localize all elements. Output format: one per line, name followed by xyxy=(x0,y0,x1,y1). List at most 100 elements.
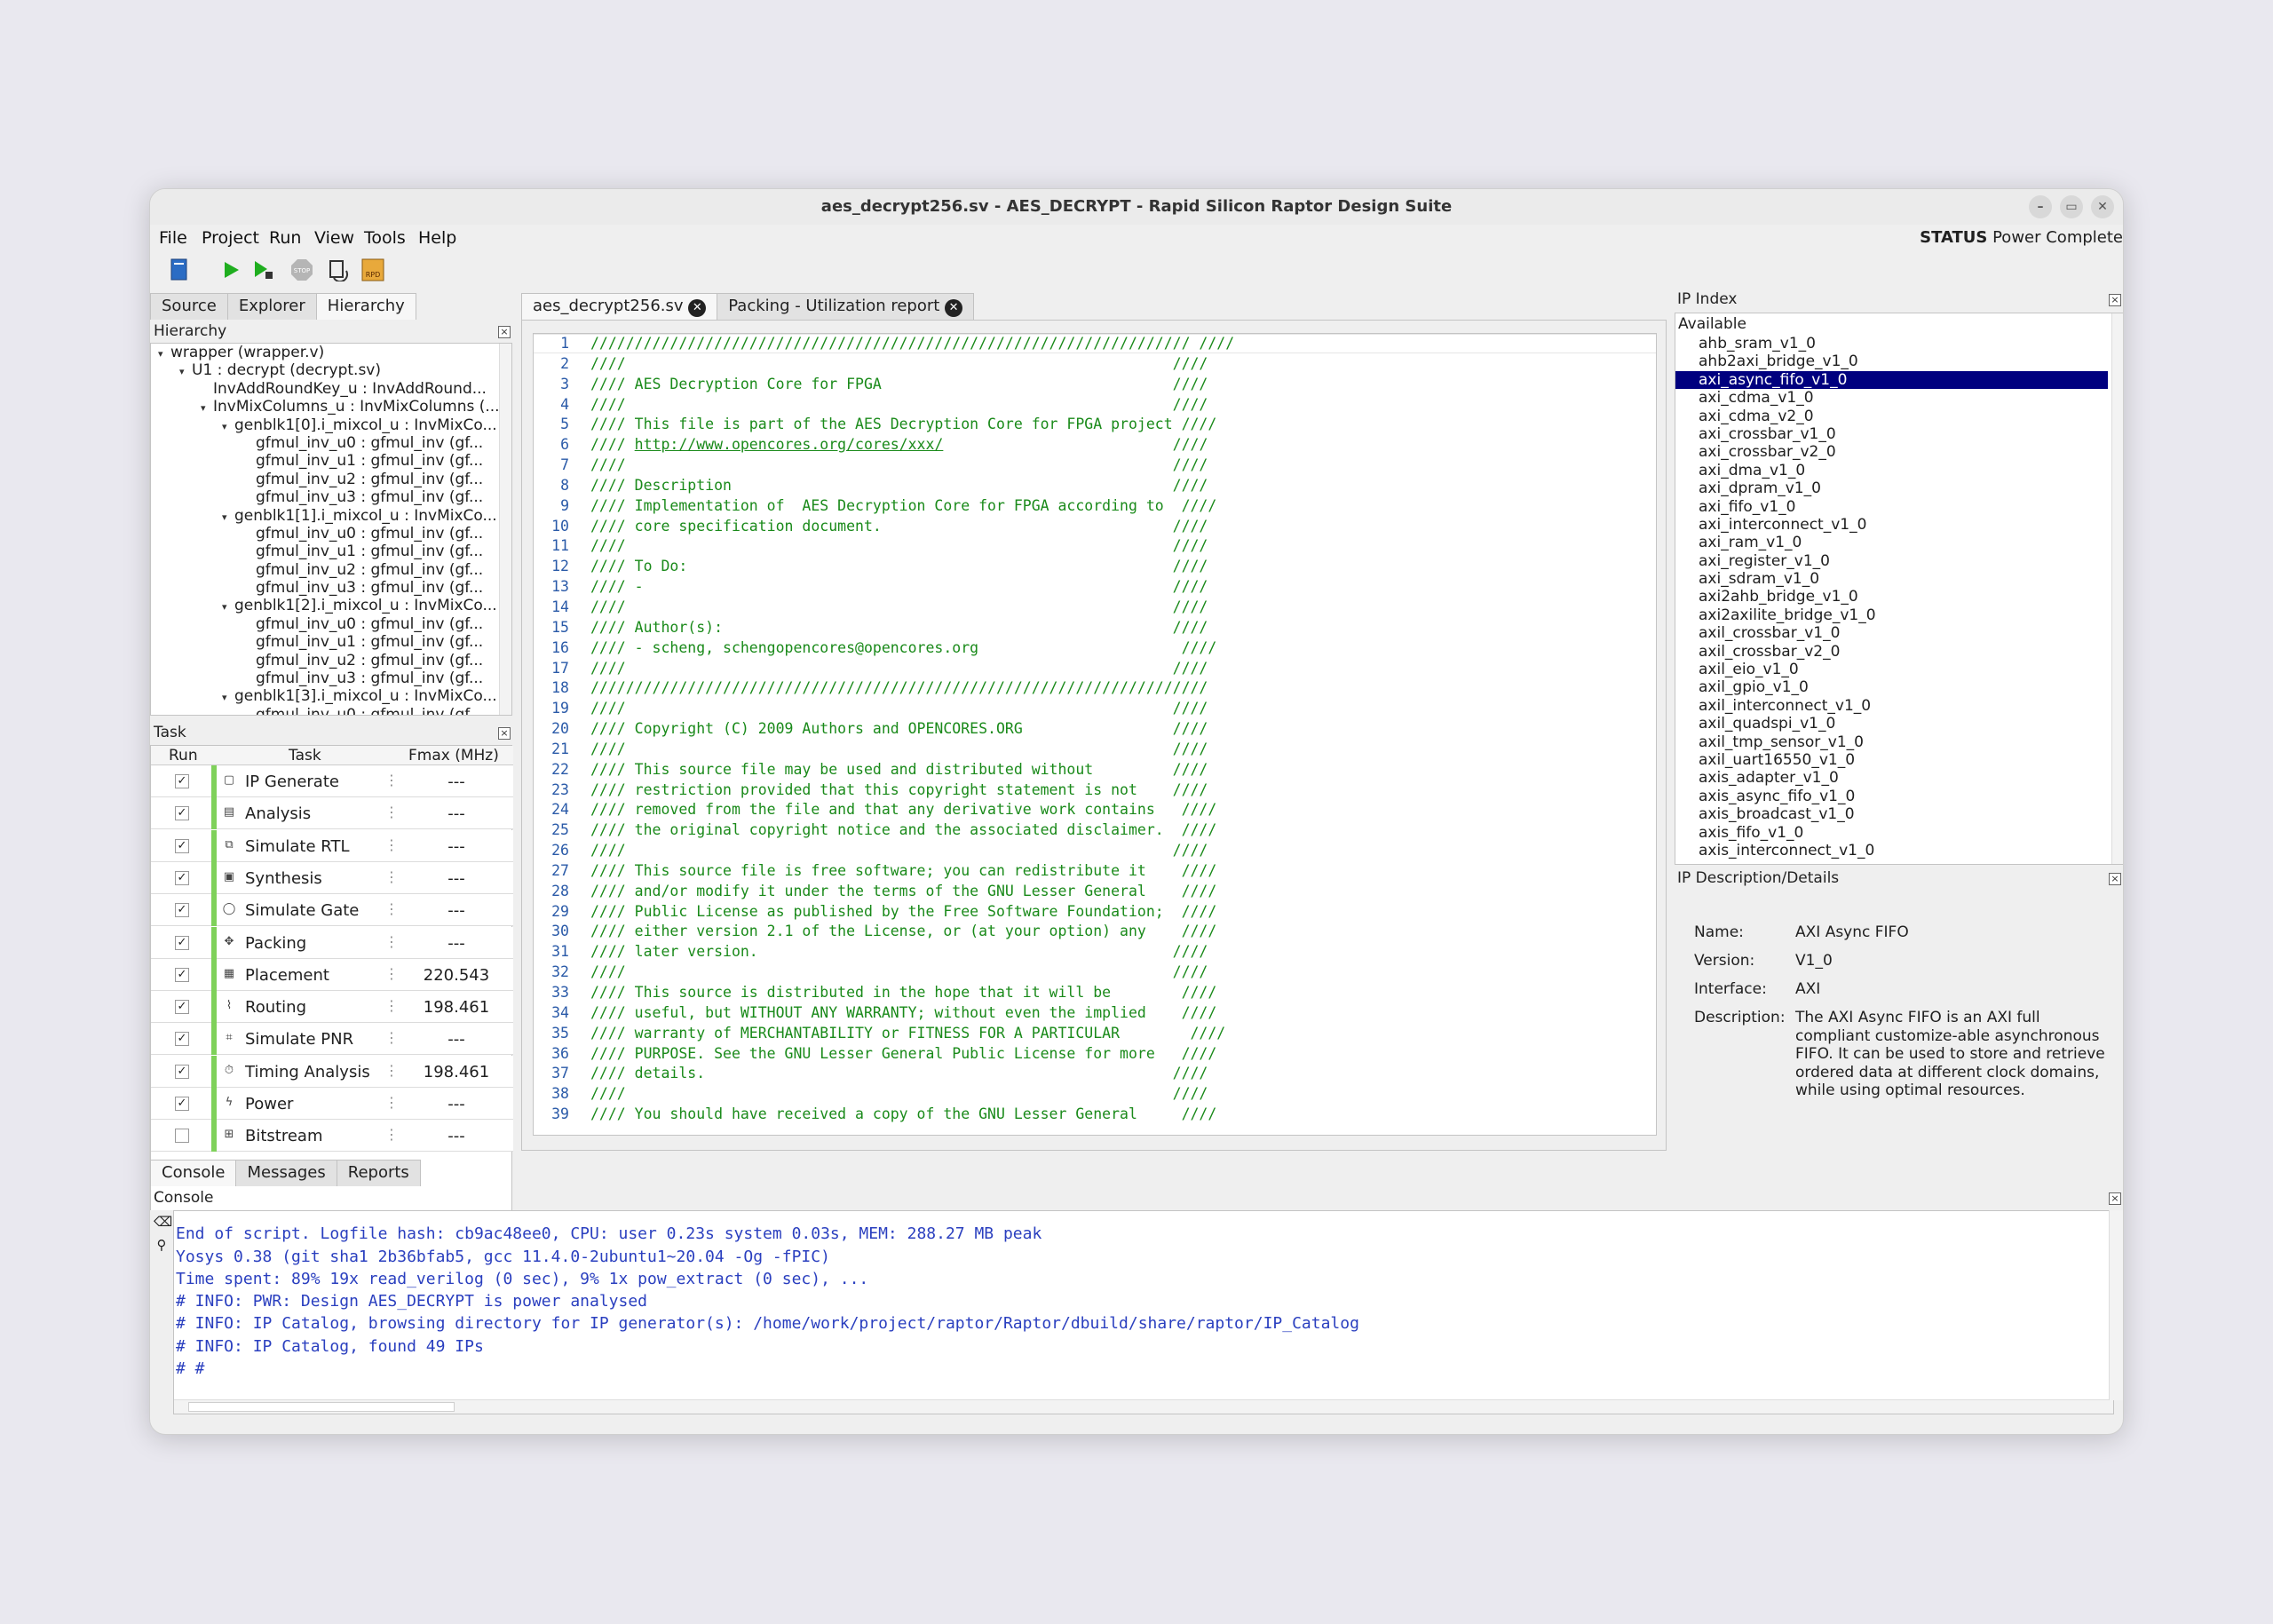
console-hscrollbar[interactable] xyxy=(174,1399,2113,1414)
task-row[interactable]: ✓ ⧉ Simulate RTL ⋮ --- xyxy=(151,829,513,862)
ip-item[interactable]: axil_tmp_sensor_v1_0 xyxy=(1675,733,2108,751)
task-row[interactable]: ✓ ⌗ Simulate PNR ⋮ --- xyxy=(151,1023,513,1056)
task-row[interactable]: ⊞ Bitstream ⋮ --- xyxy=(151,1120,513,1153)
run-checkbox[interactable]: ✓ xyxy=(175,838,189,853)
expand-arrow-icon[interactable]: ▾ xyxy=(158,345,170,363)
task-menu-icon[interactable]: ⋮ xyxy=(384,1094,399,1111)
ip-item[interactable]: axil_crossbar_v1_0 xyxy=(1675,624,2108,642)
eraser-icon[interactable]: ⌫ xyxy=(154,1214,172,1230)
task-row[interactable]: ✓ ▦ Placement ⋮ 220.543 xyxy=(151,958,513,991)
run-icon[interactable] xyxy=(218,257,244,283)
tab-hierarchy[interactable]: Hierarchy xyxy=(315,293,416,320)
run-checkbox[interactable]: ✓ xyxy=(175,967,189,982)
tree-item[interactable]: gfmul_inv_u1 : gfmul_inv (gf... xyxy=(151,452,511,470)
ip-item[interactable]: axi_async_fifo_v1_0 xyxy=(1675,370,2108,390)
task-menu-icon[interactable]: ⋮ xyxy=(384,1062,399,1079)
tree-item[interactable]: gfmul_inv_u0 : gfmul_inv (gf... xyxy=(151,706,511,715)
task-menu-icon[interactable]: ⋮ xyxy=(384,900,399,917)
ip-item[interactable]: axil_quadspi_v1_0 xyxy=(1675,715,2108,733)
task-row[interactable]: ✓ ⌇ Routing ⋮ 198.461 xyxy=(151,991,513,1024)
ip-item[interactable]: axis_broadcast_v1_0 xyxy=(1675,805,2108,823)
ip-item[interactable]: axis_adapter_v1_0 xyxy=(1675,769,2108,787)
minimize-button[interactable]: – xyxy=(2029,195,2052,218)
tree-item[interactable]: ▾ U1 : decrypt (decrypt.sv) xyxy=(151,361,511,379)
tree-item[interactable]: gfmul_inv_u2 : gfmul_inv (gf... xyxy=(151,471,511,488)
tab-console[interactable]: Console xyxy=(150,1160,237,1186)
run-checkbox[interactable] xyxy=(175,1129,189,1144)
task-row[interactable]: ✓ ⏱ Timing Analysis ⋮ 198.461 xyxy=(151,1055,513,1088)
console-close-icon[interactable]: × xyxy=(2109,1192,2121,1205)
run-checkbox[interactable]: ✓ xyxy=(175,1032,189,1047)
tab-messages[interactable]: Messages xyxy=(235,1160,337,1186)
ip-item[interactable]: axil_interconnect_v1_0 xyxy=(1675,697,2108,715)
ip-item[interactable]: axis_fifo_v1_0 xyxy=(1675,824,2108,842)
close-button[interactable]: ✕ xyxy=(2091,195,2114,218)
menu-file[interactable]: File xyxy=(159,228,187,248)
task-menu-icon[interactable]: ⋮ xyxy=(384,933,399,950)
ip-item[interactable]: axi_sdram_v1_0 xyxy=(1675,570,2108,588)
expand-arrow-icon[interactable]: ▾ xyxy=(201,400,213,417)
ip-item[interactable]: axil_gpio_v1_0 xyxy=(1675,678,2108,696)
expand-arrow-icon[interactable]: ▾ xyxy=(222,689,234,707)
console-vscrollbar[interactable] xyxy=(2109,1210,2123,1400)
ip-item[interactable]: axil_uart16550_v1_0 xyxy=(1675,751,2108,769)
tree-item[interactable]: gfmul_inv_u2 : gfmul_inv (gf... xyxy=(151,561,511,579)
task-row[interactable]: ✓ ✥ Packing ⋮ --- xyxy=(151,926,513,959)
expand-arrow-icon[interactable]: ▾ xyxy=(222,598,234,616)
task-menu-icon[interactable]: ⋮ xyxy=(384,1029,399,1046)
tree-item[interactable]: gfmul_inv_u1 : gfmul_inv (gf... xyxy=(151,543,511,560)
tree-item[interactable]: gfmul_inv_u0 : gfmul_inv (gf... xyxy=(151,615,511,633)
run-checkbox[interactable]: ✓ xyxy=(175,935,189,950)
tree-item[interactable]: gfmul_inv_u1 : gfmul_inv (gf... xyxy=(151,633,511,651)
ip-item[interactable]: axi_fifo_v1_0 xyxy=(1675,498,2108,516)
tab-explorer[interactable]: Explorer xyxy=(226,293,317,320)
task-menu-icon[interactable]: ⋮ xyxy=(384,868,399,885)
tree-item[interactable]: InvAddRoundKey_u : InvAddRound... xyxy=(151,380,511,398)
run-checkbox[interactable]: ✓ xyxy=(175,806,189,821)
task-menu-icon[interactable]: ⋮ xyxy=(384,804,399,820)
ip-item[interactable]: axil_eio_v1_0 xyxy=(1675,661,2108,678)
ip-item[interactable]: axis_interconnect_v1_0 xyxy=(1675,842,2108,860)
task-close-icon[interactable]: × xyxy=(498,727,511,740)
tree-item[interactable]: ▾ genblk1[0].i_mixcol_u : InvMixCo... xyxy=(151,416,511,434)
tab-source[interactable]: Source xyxy=(150,293,228,320)
ip-item[interactable]: ahb2axi_bridge_v1_0 xyxy=(1675,353,2108,370)
ip-item[interactable]: axi_crossbar_v2_0 xyxy=(1675,443,2108,461)
ip-item[interactable]: axi_register_v1_0 xyxy=(1675,552,2108,570)
menu-run[interactable]: Run xyxy=(269,228,301,248)
programmer-icon[interactable]: RPD xyxy=(360,257,386,283)
console-output[interactable]: End of script. Logfile hash: cb9ac48ee0,… xyxy=(173,1210,2114,1414)
tree-item[interactable]: ▾ genblk1[3].i_mixcol_u : InvMixCo... xyxy=(151,687,511,705)
tab-aes-decrypt256[interactable]: aes_decrypt256.sv ✕ xyxy=(521,293,718,320)
task-menu-icon[interactable]: ⋮ xyxy=(384,836,399,853)
ip-item[interactable]: axi_crossbar_v1_0 xyxy=(1675,425,2108,443)
code-link[interactable]: http://www.opencores.org/cores/xxx/ xyxy=(635,436,944,453)
ip-item[interactable]: axi_cdma_v1_0 xyxy=(1675,389,2108,407)
new-project-icon[interactable] xyxy=(166,257,193,283)
tree-item[interactable]: ▾ InvMixColumns_u : InvMixColumns (... xyxy=(151,398,511,416)
ip-item[interactable]: axi2axilite_bridge_v1_0 xyxy=(1675,606,2108,624)
run-checkbox[interactable]: ✓ xyxy=(175,870,189,885)
expand-arrow-icon[interactable]: ▾ xyxy=(222,418,234,436)
tab-reports[interactable]: Reports xyxy=(336,1160,421,1186)
run-checkbox[interactable]: ✓ xyxy=(175,1064,189,1079)
task-row[interactable]: ✓ ▤ Analysis ⋮ --- xyxy=(151,797,513,830)
hierarchy-close-icon[interactable]: × xyxy=(498,326,511,338)
task-row[interactable]: ✓ ▢ IP Generate ⋮ --- xyxy=(151,765,513,797)
tree-item[interactable]: ▾ genblk1[2].i_mixcol_u : InvMixCo... xyxy=(151,597,511,614)
run-checkbox[interactable]: ✓ xyxy=(175,1097,189,1111)
task-menu-icon[interactable]: ⋮ xyxy=(384,772,399,788)
ip-item[interactable]: axi_interconnect_v1_0 xyxy=(1675,516,2108,534)
tree-item[interactable]: gfmul_inv_u3 : gfmul_inv (gf... xyxy=(151,488,511,506)
ip-item[interactable]: axi_dpram_v1_0 xyxy=(1675,479,2108,497)
ip-item[interactable]: axi_ram_v1_0 xyxy=(1675,534,2108,551)
tab-close-icon[interactable]: ✕ xyxy=(688,299,707,317)
ip-item[interactable]: axil_crossbar_v2_0 xyxy=(1675,643,2108,661)
ip-index-close-icon[interactable]: × xyxy=(2109,294,2121,306)
tree-item[interactable]: gfmul_inv_u2 : gfmul_inv (gf... xyxy=(151,652,511,669)
ip-item[interactable]: axis_async_fifo_v1_0 xyxy=(1675,788,2108,805)
menu-project[interactable]: Project xyxy=(202,228,259,248)
tree-item[interactable]: ▾ wrapper (wrapper.v) xyxy=(151,344,511,361)
task-row[interactable]: ✓ ◯ Simulate Gate ⋮ --- xyxy=(151,894,513,927)
code-editor[interactable]: 1 ///////////////////////////////////////… xyxy=(533,333,1657,1136)
